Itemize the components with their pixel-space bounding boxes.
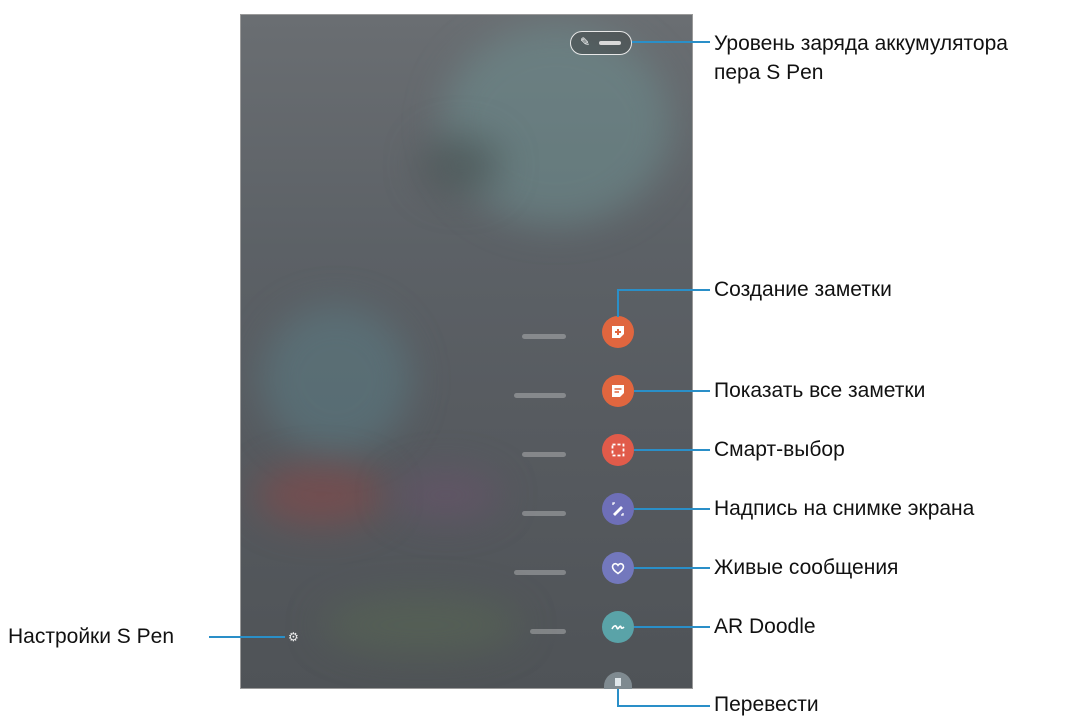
callout-screen-write: Надпись на снимке экрана	[714, 497, 975, 520]
note-plus-icon	[612, 326, 624, 338]
blurred-background	[441, 25, 671, 225]
callout-translate: Перевести	[714, 693, 819, 716]
callout-battery-line2: пера S Pen	[714, 61, 824, 84]
gear-icon[interactable]: ⚙	[288, 631, 300, 643]
menu-label-screen-write	[522, 511, 566, 516]
blurred-background	[256, 465, 386, 525]
callout-line-create-note	[617, 289, 619, 317]
menu-label-live-messages	[514, 570, 566, 575]
menu-label-ar-doodle	[530, 629, 566, 634]
callout-line-settings	[209, 636, 285, 638]
callout-line-smart-select	[634, 449, 710, 451]
callout-line-create-note	[617, 289, 710, 291]
pen-battery-indicator: ✎	[570, 31, 632, 55]
live-messages-button[interactable]	[602, 552, 634, 584]
blurred-background	[391, 470, 501, 520]
pen-write-icon	[612, 502, 624, 516]
callout-line-live-messages	[634, 567, 710, 569]
callout-line-battery	[632, 41, 710, 43]
view-all-notes-button[interactable]	[602, 375, 634, 407]
translate-icon	[615, 677, 621, 686]
dashed-select-icon	[611, 443, 625, 457]
doodle-icon	[611, 625, 625, 630]
smart-select-button[interactable]	[602, 434, 634, 466]
callout-line-ar-doodle	[634, 626, 710, 628]
blurred-background	[261, 305, 411, 455]
heart-message-icon	[611, 562, 625, 575]
callout-settings: Настройки S Pen	[8, 625, 175, 648]
callout-line-translate	[617, 705, 710, 707]
menu-label-create-note	[522, 334, 566, 339]
callout-ar-doodle: AR Doodle	[714, 615, 816, 638]
callout-smart-select: Смарт-выбор	[714, 438, 845, 461]
callout-view-all-notes: Показать все заметки	[714, 379, 926, 402]
battery-level-bar	[599, 41, 621, 45]
screen-write-button[interactable]	[602, 493, 634, 525]
callout-line-translate	[617, 689, 619, 706]
notes-list-icon	[612, 385, 624, 397]
callout-line-screen-write	[634, 508, 710, 510]
blurred-background	[321, 595, 521, 655]
menu-label-smart-select	[522, 452, 566, 457]
callout-line-view-all-notes	[634, 390, 710, 392]
create-note-button[interactable]	[602, 316, 634, 348]
menu-label-view-all-notes	[514, 393, 566, 398]
phone-screen	[240, 14, 693, 689]
pen-battery-icon: ✎	[580, 35, 591, 49]
callout-live-messages: Живые сообщения	[714, 556, 899, 579]
ar-doodle-button[interactable]	[602, 611, 634, 643]
callout-battery-line1: Уровень заряда аккумулятора	[714, 32, 1008, 55]
callout-create-note: Создание заметки	[714, 278, 892, 301]
blurred-background	[421, 135, 501, 195]
